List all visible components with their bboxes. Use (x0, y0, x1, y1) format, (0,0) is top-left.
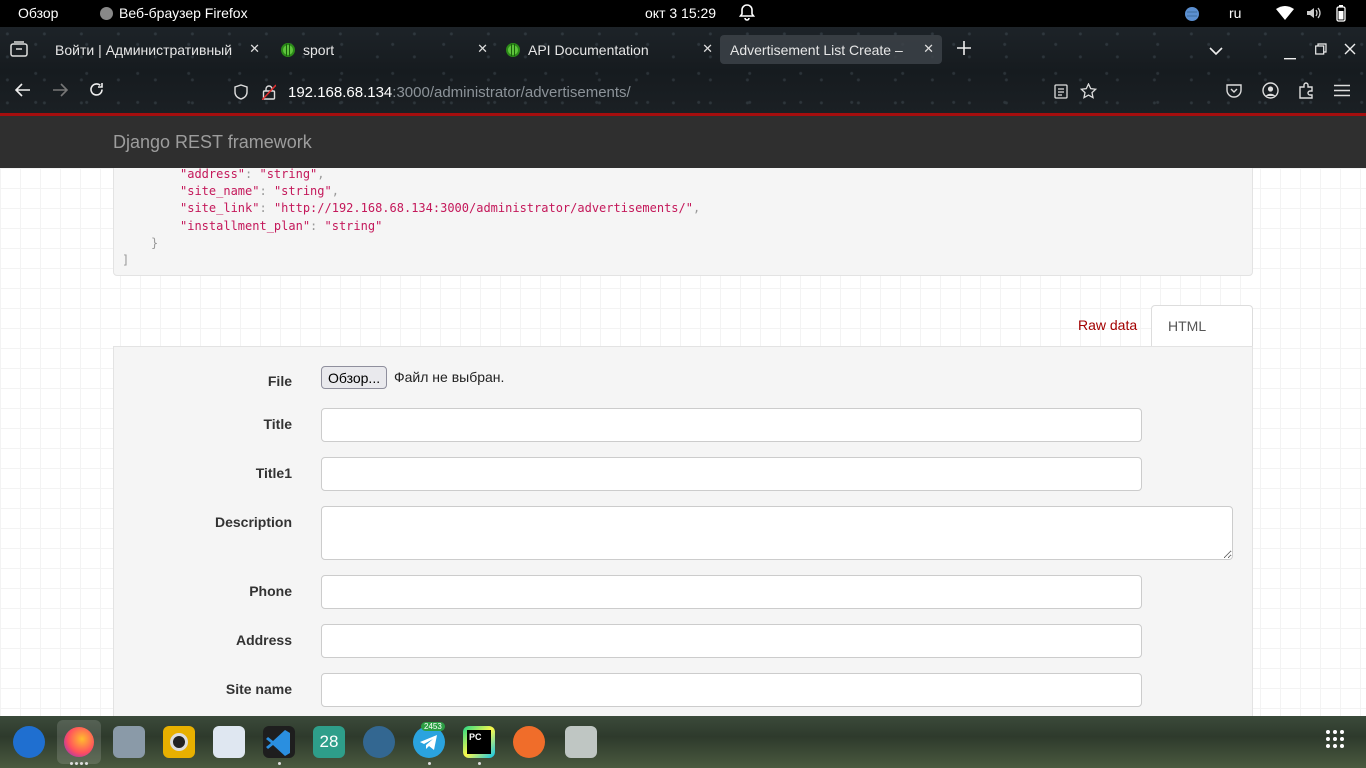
tab-admin-login[interactable]: Войти | Административный ✕ (42, 35, 268, 64)
postman-icon[interactable] (513, 726, 545, 758)
title-label: Title (263, 416, 292, 432)
site-name-label: Site name (225, 681, 292, 697)
phone-input[interactable] (321, 575, 1142, 609)
description-textarea[interactable] (321, 506, 1233, 560)
trash-icon[interactable] (565, 726, 597, 758)
notification-badge: 2453 (421, 722, 445, 731)
dock: 28 2453 PC (0, 716, 1366, 768)
url-bar[interactable]: 192.168.68.134:3000/administrator/advert… (232, 79, 1112, 107)
file-status-text: Файл не выбран. (394, 369, 505, 385)
wifi-icon[interactable] (1276, 6, 1294, 20)
close-icon[interactable]: ✕ (249, 41, 260, 57)
reader-view-icon[interactable] (1054, 84, 1068, 103)
url-text[interactable]: 192.168.68.134:3000/administrator/advert… (288, 84, 631, 101)
restore-icon[interactable] (1315, 42, 1327, 60)
tab-api-documentation[interactable]: API Documentation ✕ (495, 35, 721, 64)
tab-label: Войти | Административный (55, 41, 233, 58)
telegram-icon[interactable]: 2453 (413, 722, 445, 758)
postgresql-icon[interactable] (363, 726, 395, 758)
browser-chrome: Войти | Административный ✕ sport ✕ API D… (0, 27, 1366, 115)
back-arrow-icon[interactable] (14, 83, 31, 102)
tab-label: API Documentation (528, 41, 649, 58)
battery-icon[interactable] (1336, 5, 1346, 22)
app-name: Веб-браузер Firefox (119, 5, 248, 21)
forward-arrow-icon[interactable] (52, 83, 69, 102)
tab-raw-data[interactable]: Raw data (1062, 305, 1153, 347)
bell-icon (739, 4, 755, 21)
site-name-input[interactable] (321, 673, 1142, 707)
close-icon[interactable]: ✕ (477, 41, 488, 57)
title1-label: Title1 (255, 465, 292, 481)
code-line: "site_link": "http://192.168.68.134:3000… (180, 201, 701, 215)
drf-navbar: Django REST framework (0, 116, 1366, 168)
page-content: "address": "string", "site_name": "strin… (0, 168, 1366, 716)
address-input[interactable] (321, 624, 1142, 658)
calendar-icon[interactable]: 28 (313, 726, 345, 758)
phone-label: Phone (249, 583, 292, 599)
tab-sport[interactable]: sport ✕ (270, 35, 496, 64)
code-line: "installment_plan": "string" (180, 219, 383, 233)
files-icon[interactable] (113, 726, 145, 758)
chevron-down-icon[interactable] (1209, 43, 1223, 61)
account-icon[interactable] (1262, 82, 1279, 104)
url-host: 192.168.68.134 (288, 84, 393, 101)
drf-brand-link[interactable]: Django REST framework (113, 132, 312, 153)
code-close-brace: } (151, 236, 159, 250)
shield-icon[interactable] (234, 84, 248, 104)
globe-icon[interactable] (1184, 6, 1200, 22)
code-close-bracket: ] (122, 253, 130, 267)
response-code-block: "address": "string", "site_name": "strin… (113, 168, 1253, 276)
reload-icon[interactable] (89, 82, 104, 102)
address-label: Address (235, 632, 292, 648)
show-apps-icon[interactable] (1322, 726, 1354, 758)
tab-overview-icon[interactable] (10, 41, 28, 62)
extensions-icon[interactable] (1298, 82, 1314, 104)
tab-html-form[interactable]: HTML form (1151, 305, 1253, 374)
close-icon[interactable]: ✕ (702, 41, 713, 57)
django-icon (506, 42, 520, 57)
app-menu[interactable]: Веб-браузер Firefox (100, 5, 248, 21)
new-tab-icon[interactable] (957, 41, 971, 60)
pycharm-icon[interactable]: PC (463, 726, 495, 758)
rhythmbox-icon[interactable] (163, 726, 195, 758)
clock[interactable]: окт 3 15:29 (645, 5, 716, 21)
minimize-icon[interactable] (1284, 47, 1296, 65)
activities-button[interactable]: Обзор (18, 5, 58, 21)
firefox-small-icon (100, 6, 113, 20)
html-form-panel: File Обзор... Файл не выбран. Title Titl… (113, 346, 1253, 716)
keyboard-language[interactable]: ru (1229, 5, 1241, 21)
bookmark-star-icon[interactable] (1079, 82, 1098, 103)
code-line: "site_name": "string", (180, 184, 339, 198)
pocket-icon[interactable] (1226, 83, 1242, 103)
insecure-lock-icon[interactable] (261, 84, 277, 104)
django-icon (281, 42, 295, 57)
tab-label: sport (303, 41, 335, 58)
calendar-day: 28 (319, 732, 339, 751)
tab-label: Advertisement List Create – (730, 41, 903, 58)
close-window-icon[interactable] (1344, 42, 1356, 60)
title1-input[interactable] (321, 457, 1142, 491)
file-browse-button[interactable]: Обзор... (321, 366, 388, 389)
vscode-icon[interactable] (263, 726, 295, 758)
tab-advertisement-list-create[interactable]: Advertisement List Create – ✕ (720, 35, 942, 64)
hamburger-menu-icon[interactable] (1334, 84, 1350, 102)
file-label: File (267, 373, 292, 389)
writer-icon[interactable] (213, 726, 245, 758)
description-label: Description (214, 514, 292, 530)
close-icon[interactable]: ✕ (923, 41, 934, 57)
firefox-dock-item[interactable] (57, 720, 101, 764)
volume-icon[interactable] (1305, 5, 1321, 21)
url-path: :3000/administrator/advertisements/ (392, 84, 631, 101)
system-top-bar: Обзор Веб-браузер Firefox окт 3 15:29 ru (0, 0, 1366, 27)
title-input[interactable] (321, 408, 1142, 442)
thunderbird-icon[interactable] (13, 726, 45, 758)
code-line: "address": "string", (180, 168, 325, 181)
firefox-icon (64, 727, 94, 757)
